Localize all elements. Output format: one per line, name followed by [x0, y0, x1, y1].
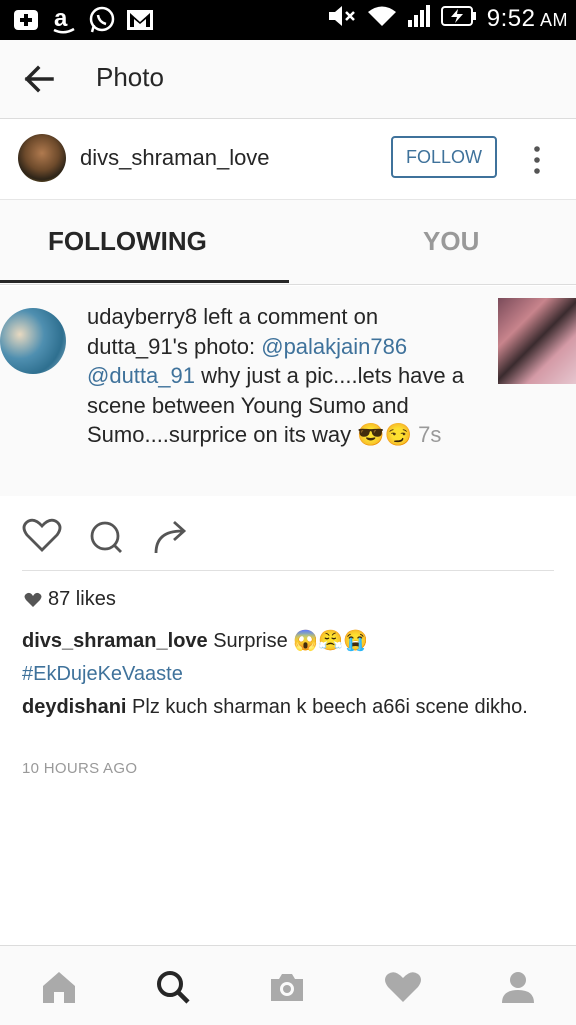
bottom-nav: [0, 945, 576, 1025]
svg-text:a: a: [54, 6, 68, 32]
divider: [22, 570, 554, 571]
post-caption: divs_shraman_love Surprise 😱😤😭 #EkDujeKe…: [22, 630, 528, 718]
post-author-row: divs_shraman_love FOLLOW: [0, 119, 576, 200]
author-username[interactable]: divs_shraman_love: [80, 145, 270, 171]
activity-tabs: FOLLOWING YOU: [0, 200, 576, 285]
post-timestamp: 10 HOURS AGO: [22, 760, 138, 777]
header: Photo: [0, 40, 576, 119]
emoji: 😎😏: [357, 422, 413, 447]
more-options-icon[interactable]: [532, 145, 542, 175]
clock: 9:52 AM: [486, 4, 568, 32]
post-thumbnail[interactable]: [498, 298, 576, 384]
emoji: 😱😤😭: [293, 630, 368, 652]
add-box-icon: [12, 6, 40, 34]
heart-icon: [24, 592, 42, 607]
amazon-icon: a: [50, 6, 78, 34]
camera-icon[interactable]: [268, 968, 306, 1006]
page-title: Photo: [96, 62, 164, 92]
home-icon[interactable]: [40, 968, 78, 1006]
heart-icon[interactable]: [22, 517, 62, 553]
wifi-icon: [367, 4, 397, 33]
share-icon[interactable]: [152, 517, 190, 555]
heart-icon[interactable]: [384, 968, 422, 1006]
mute-icon: [327, 4, 357, 33]
search-icon[interactable]: [154, 968, 192, 1006]
profile-icon[interactable]: [499, 968, 537, 1006]
avatar[interactable]: [0, 308, 66, 374]
follow-button[interactable]: FOLLOW: [391, 136, 497, 178]
likes-count[interactable]: 87 likes: [24, 588, 116, 611]
gmail-icon: [126, 6, 154, 34]
tab-you[interactable]: YOU: [423, 226, 479, 257]
mention-link[interactable]: @palakjain786: [261, 334, 407, 359]
target-username[interactable]: dutta_91: [87, 334, 173, 359]
active-tab-indicator: [0, 280, 289, 283]
arrow-left-icon[interactable]: [22, 62, 56, 96]
post-actions: [0, 515, 576, 565]
comment-icon[interactable]: [88, 519, 124, 555]
comment-username[interactable]: deydishani: [22, 696, 126, 718]
actor-username[interactable]: udayberry8: [87, 304, 197, 329]
activity-notification[interactable]: udayberry8 left a comment on dutta_91's …: [0, 286, 576, 496]
caption-username[interactable]: divs_shraman_love: [22, 630, 208, 652]
hashtag-link[interactable]: #EkDujeKeVaaste: [22, 663, 183, 685]
whatsapp-icon: [88, 6, 116, 34]
battery-charging-icon: [440, 5, 477, 32]
signal-icon: [407, 4, 431, 33]
notification-text: udayberry8 left a comment on dutta_91's …: [87, 304, 465, 447]
mention-link[interactable]: @dutta_91: [87, 363, 195, 388]
timestamp: 7s: [418, 422, 442, 447]
avatar[interactable]: [18, 134, 66, 182]
status-bar: a 9:52 AM: [0, 0, 576, 40]
tab-following[interactable]: FOLLOWING: [48, 226, 207, 257]
